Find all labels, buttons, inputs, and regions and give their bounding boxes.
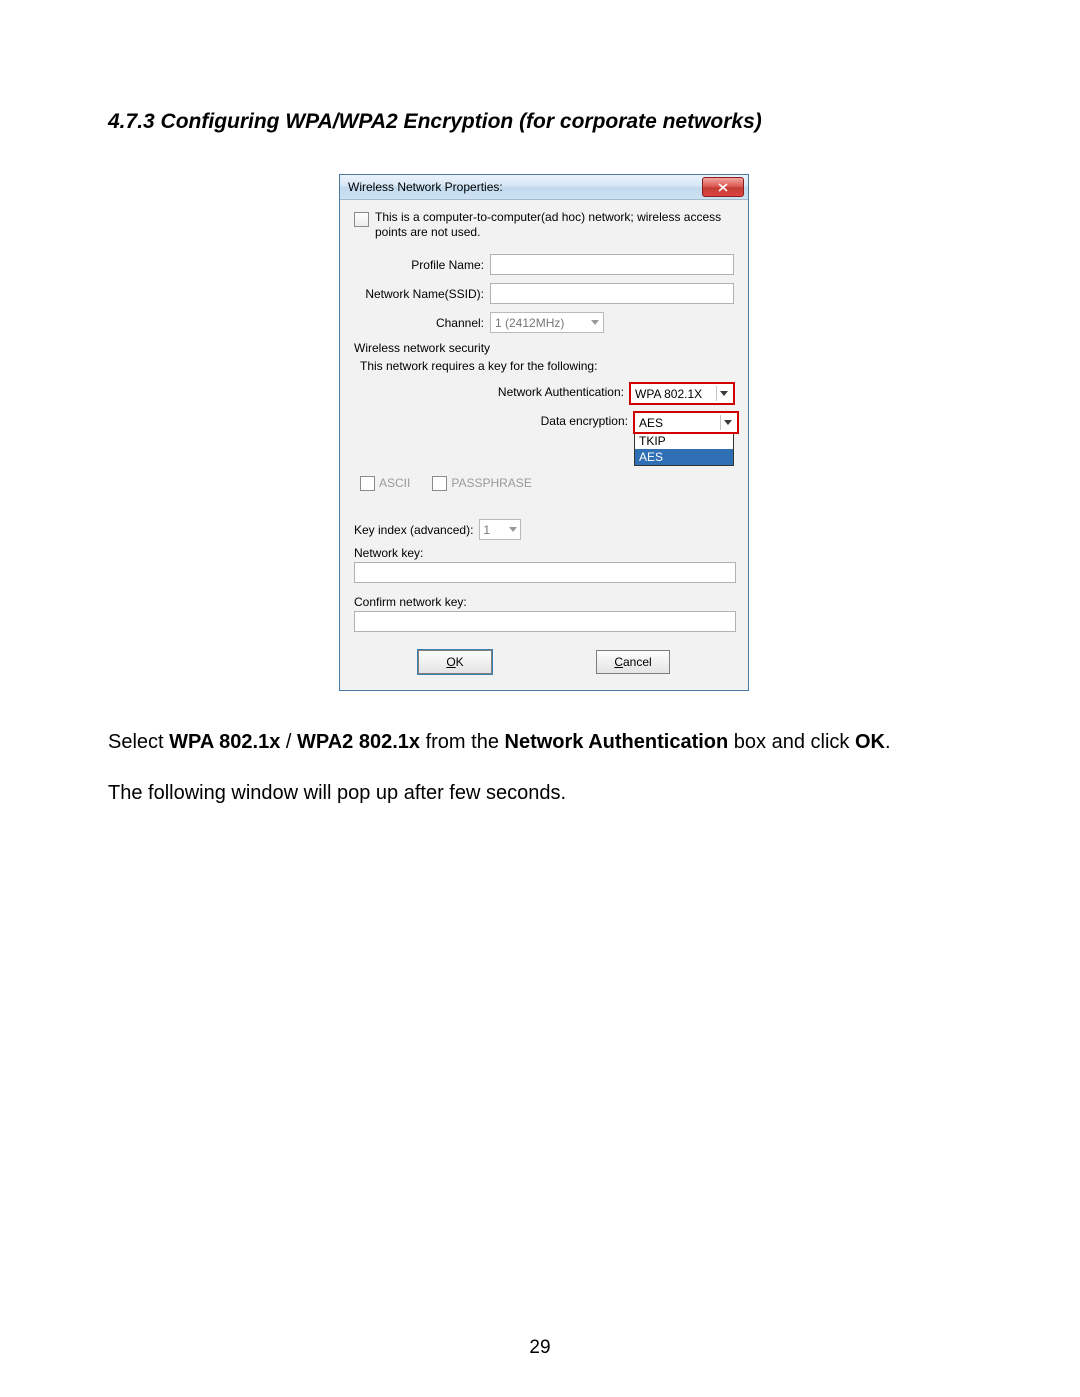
- encryption-value: AES: [639, 416, 663, 430]
- network-authentication-select[interactable]: WPA 802.1X: [630, 383, 734, 404]
- encryption-dropdown-list[interactable]: TKIP AES: [634, 433, 734, 466]
- wireless-properties-dialog: Wireless Network Properties: This is a c…: [339, 174, 749, 691]
- ok-underline: O: [446, 655, 455, 669]
- encryption-option-tkip[interactable]: TKIP: [635, 433, 733, 449]
- cancel-underline: C: [614, 655, 623, 669]
- chevron-down-icon: [724, 420, 732, 425]
- close-icon: [718, 183, 728, 192]
- ssid-input[interactable]: [490, 283, 734, 304]
- cancel-rest: ancel: [623, 655, 652, 669]
- cancel-button[interactable]: Cancel: [596, 650, 670, 674]
- section-heading: 4.7.3 Configuring WPA/WPA2 Encryption (f…: [108, 110, 980, 134]
- dialog-titlebar: Wireless Network Properties:: [340, 175, 748, 200]
- chevron-down-icon: [509, 527, 517, 532]
- confirm-key-label: Confirm network key:: [354, 595, 734, 609]
- auth-label: Network Authentication:: [354, 383, 630, 399]
- ascii-checkbox[interactable]: [360, 476, 375, 491]
- network-key-input[interactable]: [354, 562, 736, 583]
- close-button[interactable]: [702, 177, 744, 197]
- security-subtext: This network requires a key for the foll…: [354, 359, 734, 373]
- channel-select[interactable]: 1 (2412MHz): [490, 312, 604, 333]
- security-group-title: Wireless network security: [354, 341, 734, 355]
- channel-value: 1 (2412MHz): [495, 316, 564, 330]
- key-index-select[interactable]: 1: [479, 519, 521, 540]
- encryption-option-aes[interactable]: AES: [635, 449, 733, 465]
- auth-value: WPA 802.1X: [635, 387, 702, 401]
- passphrase-checkbox[interactable]: [432, 476, 447, 491]
- page-number: 29: [0, 1337, 1080, 1359]
- confirm-key-input[interactable]: [354, 611, 736, 632]
- ssid-label: Network Name(SSID):: [354, 287, 490, 301]
- profile-name-label: Profile Name:: [354, 258, 490, 272]
- adhoc-checkbox[interactable]: [354, 212, 369, 227]
- ok-rest: K: [456, 655, 464, 669]
- channel-label: Channel:: [354, 316, 490, 330]
- key-index-label: Key index (advanced):: [354, 523, 473, 537]
- data-encryption-select[interactable]: AES: [634, 412, 738, 433]
- chevron-down-icon: [720, 391, 728, 396]
- dialog-title: Wireless Network Properties:: [348, 180, 503, 194]
- ascii-label: ASCII: [379, 476, 410, 490]
- key-index-value: 1: [483, 523, 490, 537]
- chevron-down-icon: [591, 320, 599, 325]
- instruction-paragraph-2: The following window will pop up after f…: [108, 782, 980, 805]
- ok-button[interactable]: OK: [418, 650, 492, 674]
- passphrase-label: PASSPHRASE: [451, 476, 531, 490]
- instruction-paragraph-1: Select WPA 802.1x / WPA2 802.1x from the…: [108, 729, 980, 756]
- network-key-label: Network key:: [354, 546, 734, 560]
- encryption-label: Data encryption:: [354, 412, 634, 428]
- adhoc-label: This is a computer-to-computer(ad hoc) n…: [375, 210, 734, 240]
- profile-name-input[interactable]: [490, 254, 734, 275]
